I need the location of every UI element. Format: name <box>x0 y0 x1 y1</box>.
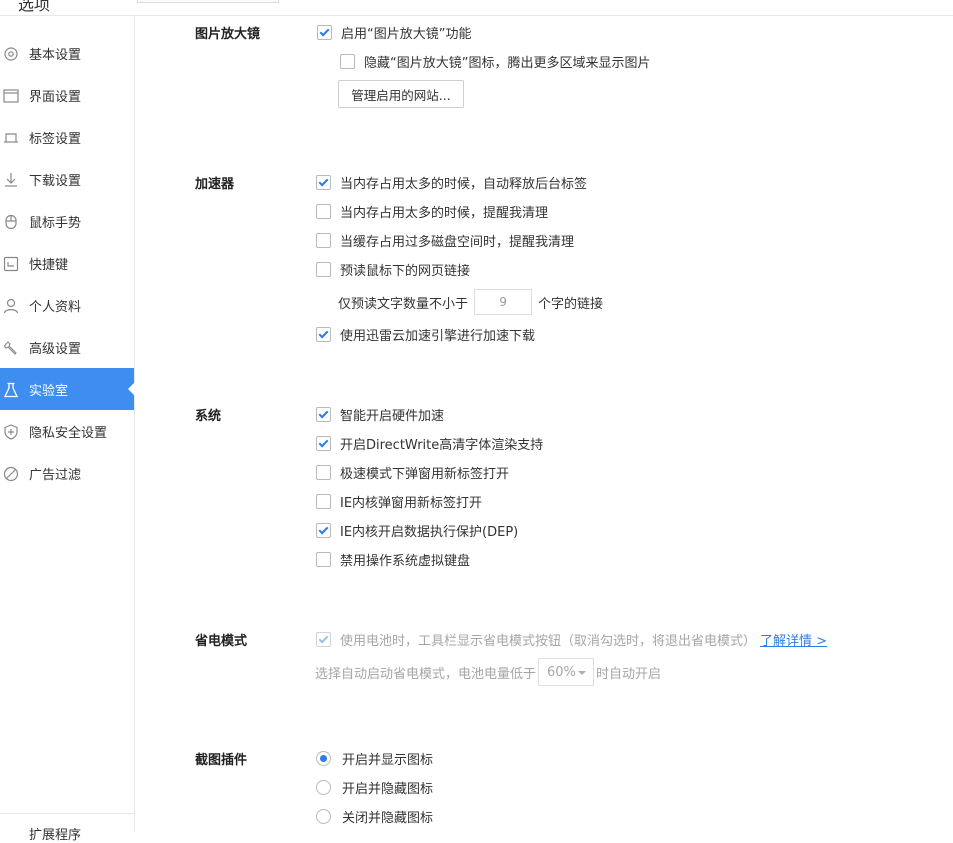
power-auto-row: 选择自动启动省电模式，电池电量低于 60% 时自动开启 <box>315 658 661 686</box>
checkbox[interactable] <box>316 406 331 422</box>
tab-icon <box>2 129 19 146</box>
radio[interactable] <box>316 808 331 824</box>
checkbox[interactable] <box>316 232 331 248</box>
option-hide-magnifier-icon[interactable]: 隐藏“图片放大镜”图标，腾出更多区域来显示图片 <box>340 51 650 71</box>
option-directwrite[interactable]: 开启DirectWrite高清字体渲染支持 <box>316 433 543 453</box>
checkbox[interactable] <box>316 326 331 342</box>
option-hw-accel[interactable]: 智能开启硬件加速 <box>316 404 444 424</box>
window-icon <box>2 87 19 104</box>
checkbox[interactable] <box>316 551 331 567</box>
option-enable-magnifier[interactable]: 启用“图片放大镜”功能 <box>317 22 471 42</box>
sidebar-item-shortcuts[interactable]: 快捷键 <box>0 242 134 284</box>
block-icon <box>2 465 19 482</box>
sidebar-item-label: 快捷键 <box>29 258 69 273</box>
section-title-screenshot: 截图插件 <box>195 753 248 768</box>
checkbox[interactable] <box>316 493 331 509</box>
checkbox[interactable] <box>316 464 331 480</box>
section-title-magnifier: 图片放大镜 <box>195 27 261 42</box>
option-screenshot-hide[interactable]: 开启并隐藏图标 <box>316 777 433 797</box>
mouse-icon <box>2 213 19 230</box>
sidebar-item-tabs[interactable]: 标签设置 <box>0 116 134 158</box>
sidebar-item-label: 鼠标手势 <box>29 216 82 231</box>
sidebar-divider <box>0 813 134 814</box>
user-icon <box>2 297 19 314</box>
sidebar-item-privacy[interactable]: 隐私安全设置 <box>0 410 134 452</box>
option-disable-virtual-keyboard[interactable]: 禁用操作系统虚拟键盘 <box>316 549 470 569</box>
window-title: 选项 <box>18 0 51 14</box>
checkbox[interactable] <box>316 174 331 190</box>
option-ie-popup-new-tab[interactable]: IE内核弹窗用新标签打开 <box>316 491 482 511</box>
sidebar-item-interface[interactable]: 界面设置 <box>0 74 134 116</box>
option-xunlei-accel[interactable]: 使用迅雷云加速引擎进行加速下载 <box>316 324 535 344</box>
learn-more-link[interactable]: 了解详情 > <box>760 630 827 649</box>
option-screenshot-off[interactable]: 关闭并隐藏图标 <box>316 806 433 826</box>
checkbox[interactable] <box>316 435 331 451</box>
preread-length-row: 仅预读文字数量不小于 个字的链接 <box>338 289 603 315</box>
top-tab[interactable] <box>137 0 279 3</box>
wrench-icon <box>2 339 19 356</box>
keyboard-icon <box>2 255 19 272</box>
download-icon <box>2 171 19 188</box>
sidebar-item-extensions[interactable]: 扩展程序 <box>29 824 81 843</box>
option-popup-new-tab[interactable]: 极速模式下弹窗用新标签打开 <box>316 462 509 482</box>
sidebar-item-lab[interactable]: 实验室 <box>0 368 135 410</box>
sidebar-item-label: 下载设置 <box>29 174 82 189</box>
checkbox[interactable] <box>316 203 331 219</box>
chevron-down-icon <box>578 671 587 675</box>
sidebar-item-adblock[interactable]: 广告过滤 <box>0 452 134 494</box>
radio[interactable] <box>316 779 331 795</box>
section-title-accelerator: 加速器 <box>195 177 235 192</box>
option-auto-release-tabs[interactable]: 当内存占用太多的时候，自动释放后台标签 <box>316 172 587 192</box>
radio[interactable] <box>316 750 331 766</box>
checkbox[interactable] <box>340 53 355 69</box>
sidebar-item-label: 高级设置 <box>29 342 82 357</box>
flask-icon <box>2 381 19 398</box>
checkbox[interactable] <box>316 261 331 277</box>
section-title-system: 系统 <box>195 409 222 424</box>
option-memory-reminder[interactable]: 当内存占用太多的时候，提醒我清理 <box>316 201 548 221</box>
option-preread-links[interactable]: 预读鼠标下的网页链接 <box>316 259 470 279</box>
sidebar-item-mouse-gesture[interactable]: 鼠标手势 <box>0 200 134 242</box>
checkbox <box>316 631 331 647</box>
gear-icon <box>2 45 19 62</box>
shield-icon <box>2 423 19 440</box>
sidebar-item-label: 基本设置 <box>29 48 82 63</box>
battery-threshold-select: 60% <box>538 658 595 686</box>
checkbox[interactable] <box>317 24 332 40</box>
option-screenshot-show[interactable]: 开启并显示图标 <box>316 748 433 768</box>
sidebar-item-label: 实验室 <box>29 384 69 399</box>
sidebar-item-download[interactable]: 下载设置 <box>0 158 134 200</box>
section-title-power: 省电模式 <box>195 634 248 649</box>
preread-length-input[interactable] <box>474 289 533 315</box>
option-battery-button: 使用电池时，工具栏显示省电模式按钮（取消勾选时，将退出省电模式） 了解详情 > <box>316 629 827 649</box>
top-bar: 选项 <box>0 0 953 16</box>
sidebar-item-label: 标签设置 <box>29 132 82 147</box>
manage-sites-button[interactable]: 管理启用的网站... <box>338 80 464 108</box>
sidebar-item-profile[interactable]: 个人资料 <box>0 284 134 326</box>
sidebar-item-label: 隐私安全设置 <box>29 426 108 441</box>
option-ie-dep[interactable]: IE内核开启数据执行保护(DEP) <box>316 520 518 540</box>
sidebar-item-label: 个人资料 <box>29 300 82 315</box>
sidebar-item-label: 广告过滤 <box>29 468 82 483</box>
sidebar-item-advanced[interactable]: 高级设置 <box>0 326 134 368</box>
checkbox[interactable] <box>316 522 331 538</box>
sidebar-item-label: 界面设置 <box>29 90 82 105</box>
option-cache-reminder[interactable]: 当缓存占用过多磁盘空间时，提醒我清理 <box>316 230 574 250</box>
sidebar-item-basic[interactable]: 基本设置 <box>0 32 134 74</box>
sidebar: 基本设置 界面设置 标签设置 下载设置 鼠标手势 快捷键 个人资料 高级设置 实… <box>0 16 135 843</box>
